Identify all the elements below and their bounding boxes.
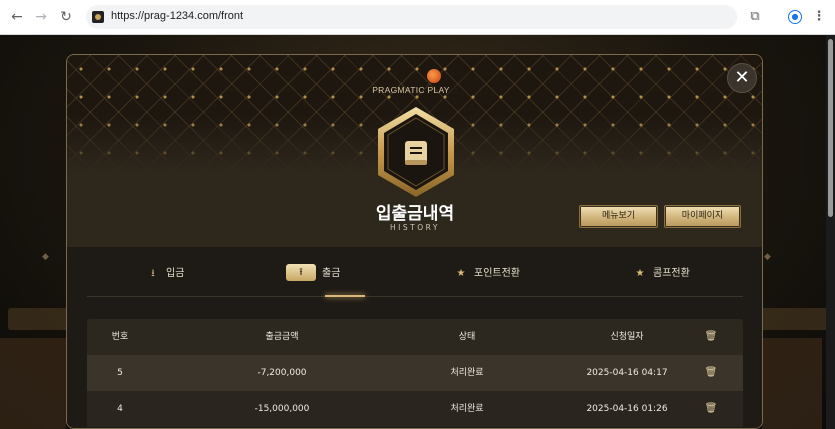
- table-header: 번호 출금금액 상태 신청일자 🗑: [87, 319, 743, 355]
- header-amount: 출금금액: [265, 332, 299, 342]
- logo-text: PRAGMATIC PLAY: [372, 85, 450, 95]
- reload-icon[interactable]: ↻: [57, 8, 75, 26]
- back-arrow-icon[interactable]: ←: [8, 8, 26, 26]
- tab-point-label: 포인트전환: [474, 268, 520, 279]
- scrollbar-thumb[interactable]: [828, 39, 833, 217]
- tab-deposit[interactable]: ⭳ 입금: [145, 263, 184, 285]
- background-game-tile-right: [762, 338, 822, 429]
- browser-toolbar: ← → ↻ https://prag-1234.com/front ⧉ ● ⋮: [0, 0, 835, 35]
- header-no: 번호: [111, 332, 129, 342]
- trash-icon[interactable]: 🗑: [697, 319, 725, 355]
- header-date: 신청일자: [610, 332, 644, 342]
- star-icon: ★: [456, 268, 466, 279]
- cell-date: 2025-04-16 04:17: [586, 368, 668, 378]
- tab-comp-exchange[interactable]: ★ 콤프전환: [632, 263, 690, 285]
- upload-icon: ⭱: [286, 264, 316, 281]
- tab-deposit-label: 입금: [166, 268, 185, 279]
- cell-status: 처리완료: [450, 368, 484, 378]
- close-button[interactable]: ✕: [727, 63, 757, 93]
- trash-icon[interactable]: 🗑: [697, 355, 725, 391]
- cell-amount: -15,000,000: [254, 404, 310, 414]
- history-content: ⭳ 입금 ⭱ 출금 ★ 포인트전환 ★ 콤프전환 번호 출금금액 상태 신청일자 🗑: [67, 247, 762, 428]
- background-nav-hint: ◆: [42, 252, 49, 262]
- tab-point-exchange[interactable]: ★ 포인트전환: [453, 263, 520, 285]
- page-scrollbar[interactable]: [826, 35, 835, 429]
- book-icon-badge: [378, 107, 454, 197]
- forward-arrow-icon[interactable]: →: [32, 8, 50, 26]
- menu-button[interactable]: 메뉴보기: [579, 205, 658, 228]
- download-icon: ⭳: [151, 268, 155, 279]
- history-modal: PRAGMATIC PLAY ✕ 입출금내역 HISTORY 메뉴보기 마이페이…: [66, 54, 763, 429]
- table-row: 4 -15,000,000 처리완료 2025-04-16 01:26 🗑: [87, 391, 743, 427]
- history-tabs: ⭳ 입금 ⭱ 출금 ★ 포인트전환 ★ 콤프전환: [87, 255, 743, 297]
- table-row: 5 -7,200,000 처리완료 2025-04-16 04:17 🗑: [87, 355, 743, 391]
- url-text: https://prag-1234.com/front: [111, 10, 244, 22]
- mypage-button[interactable]: 마이페이지: [664, 205, 741, 228]
- active-tab-indicator: [325, 295, 365, 297]
- extensions-icon[interactable]: ⧉: [746, 8, 764, 26]
- cell-status: 처리완료: [450, 404, 484, 414]
- trash-icon[interactable]: 🗑: [697, 391, 725, 427]
- pragmatic-play-logo: PRAGMATIC PLAY: [361, 69, 461, 95]
- tab-withdraw[interactable]: ⭱ 출금: [286, 263, 340, 285]
- cell-no: 4: [117, 404, 123, 414]
- header-status: 상태: [458, 332, 476, 342]
- site-favicon-icon: [92, 11, 104, 23]
- cell-amount: -7,200,000: [257, 368, 307, 378]
- address-bar[interactable]: https://prag-1234.com/front: [86, 5, 737, 29]
- page-title: 입출금내역: [375, 204, 455, 224]
- background-game-tile: [0, 338, 66, 429]
- page-subtitle: HISTORY: [390, 223, 440, 232]
- cell-no: 5: [117, 368, 123, 378]
- profile-icon[interactable]: ●: [788, 10, 802, 24]
- tab-comp-label: 콤프전환: [653, 268, 690, 279]
- background-nav-hint-right: ◆: [764, 252, 771, 262]
- star-icon: ★: [635, 268, 645, 279]
- tab-withdraw-label: 출금: [322, 268, 341, 279]
- cell-date: 2025-04-16 01:26: [586, 404, 668, 414]
- logo-ball-icon: [427, 69, 441, 83]
- more-menu-icon[interactable]: ⋮: [810, 8, 828, 26]
- book-icon: [405, 141, 427, 165]
